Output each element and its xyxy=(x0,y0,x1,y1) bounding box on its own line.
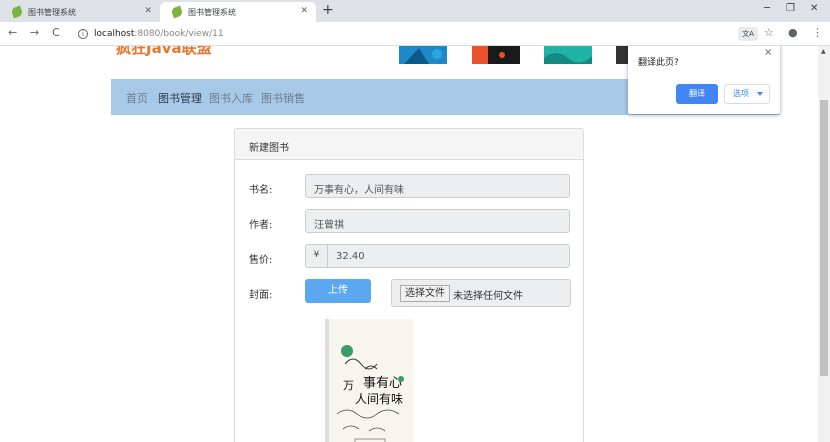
new-book-panel: 新建图书 书名: 万事有心，人间有味 作者: 汪曾祺 售价: ¥ 32.40 封… xyxy=(234,128,584,442)
title-label: 书名: xyxy=(249,185,273,196)
tab-close-icon[interactable]: ✕ xyxy=(144,6,152,16)
window-close-button[interactable]: ✕ xyxy=(810,3,818,14)
svg-text:事有心: 事有心 xyxy=(363,376,402,391)
scroll-thumb[interactable] xyxy=(820,100,828,376)
price-input[interactable]: ¥ 32.40 xyxy=(305,244,570,268)
leaf-favicon-icon xyxy=(170,5,184,19)
svg-text:人间有味: 人间有味 xyxy=(355,392,403,406)
banner-book-image[interactable] xyxy=(544,46,592,64)
price-label: 售价: xyxy=(249,255,273,266)
banner-book-image[interactable] xyxy=(399,46,447,64)
options-label: 选项 xyxy=(733,89,749,98)
forward-button[interactable]: → xyxy=(30,26,39,39)
leaf-favicon-icon xyxy=(10,5,24,19)
scroll-up-arrow-icon[interactable]: ▲ xyxy=(821,48,826,55)
reload-button[interactable]: C xyxy=(52,26,60,39)
caret-down-icon xyxy=(757,92,763,96)
tab-title: 图书管理系统 xyxy=(28,7,76,17)
page-content: 疯狂Java联盟 首页 图书管理 图书入库 图书销售 新建图书 书名: 万事有心… xyxy=(0,46,818,442)
author-input[interactable]: 汪曾祺 xyxy=(305,209,570,233)
info-icon[interactable]: i xyxy=(78,29,88,39)
upload-button[interactable]: 上传 xyxy=(305,279,371,303)
file-status-text: 未选择任何文件 xyxy=(453,291,523,302)
page-scrollbar[interactable]: ▲ xyxy=(818,46,830,442)
tab-inactive[interactable]: 图书管理系统 ✕ xyxy=(0,2,160,22)
tab-close-icon[interactable]: ✕ xyxy=(300,6,308,16)
translate-button[interactable]: 翻译 xyxy=(676,84,718,104)
nav-book-sales[interactable]: 图书销售 xyxy=(261,90,305,106)
currency-addon: ¥ xyxy=(306,245,328,267)
url-path: :8080/book/view/11 xyxy=(134,29,224,39)
banner-book-image[interactable] xyxy=(472,46,520,64)
panel-title: 新建图书 xyxy=(235,129,583,160)
cover-label: 封面: xyxy=(249,290,273,301)
price-value: 32.40 xyxy=(336,251,365,262)
tab-title: 图书管理系统 xyxy=(188,7,236,17)
address-bar: ← → C i localhost :8080/book/view/11 xyxy=(0,22,830,46)
maximize-button[interactable]: ❐ xyxy=(786,3,795,14)
svg-text:万: 万 xyxy=(343,379,354,392)
file-input[interactable]: 选择文件 未选择任何文件 xyxy=(391,279,571,307)
new-tab-button[interactable]: + xyxy=(322,2,334,18)
choose-file-button[interactable]: 选择文件 xyxy=(400,285,450,302)
tab-bar: 图书管理系统 ✕ 图书管理系统 ✕ + ─ ❐ ✕ xyxy=(0,0,830,22)
popup-close-icon[interactable]: × xyxy=(764,47,772,58)
back-button[interactable]: ← xyxy=(8,26,17,39)
url-host: localhost xyxy=(94,29,135,39)
book-cover-image: 事有心 万 人间有味 xyxy=(325,319,413,442)
url-input[interactable]: i localhost :8080/book/view/11 xyxy=(72,24,762,44)
minimize-button[interactable]: ─ xyxy=(764,3,770,14)
nav-book-stock-in[interactable]: 图书入库 xyxy=(209,90,253,106)
bookmark-star-icon[interactable]: ☆ xyxy=(764,26,774,39)
tab-active[interactable]: 图书管理系统 ✕ xyxy=(160,2,316,22)
nav-home[interactable]: 首页 xyxy=(126,90,148,106)
menu-icon[interactable]: ⋮ xyxy=(812,26,823,39)
author-label: 作者: xyxy=(249,220,273,231)
site-logo[interactable]: 疯狂Java联盟 xyxy=(116,46,212,58)
translate-popup: 翻译此页? × 翻译 选项 xyxy=(628,46,780,114)
translate-icon[interactable]: 文A xyxy=(738,27,758,41)
profile-icon[interactable]: ● xyxy=(788,26,798,39)
nav-book-management[interactable]: 图书管理 xyxy=(158,90,202,106)
title-input[interactable]: 万事有心，人间有味 xyxy=(305,174,570,198)
popup-title: 翻译此页? xyxy=(638,58,679,68)
options-button[interactable]: 选项 xyxy=(724,84,770,104)
banner-book-image[interactable] xyxy=(616,46,628,64)
